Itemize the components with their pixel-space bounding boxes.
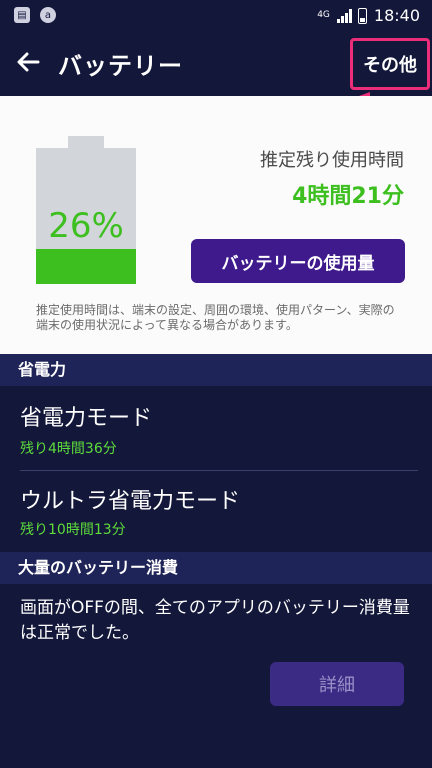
network-type: 4G (317, 10, 330, 20)
page-title: バッテリー (58, 52, 183, 80)
a-icon: a (40, 7, 56, 23)
notification-icon: ▤ (14, 7, 30, 23)
signal-icon (336, 8, 352, 23)
heavy-usage-header: 大量のバッテリー消費 (0, 552, 432, 584)
status-bar: ▤ a 4G 18:40 (0, 0, 432, 32)
details-button[interactable]: 詳細 (270, 662, 404, 706)
back-arrow-icon[interactable] (14, 48, 44, 78)
battery-card: 26% 推定残り使用時間 4時間21分 バッテリーの使用量 推定使用時間は、端末… (0, 96, 432, 354)
drain-message: 画面がOFFの間、全てのアプリのバッテリー消費量は正常でした。 (20, 598, 410, 643)
remaining-time-value: 4時間21分 (292, 184, 404, 209)
remaining-time-label: 推定残り使用時間 (260, 150, 404, 171)
item-title: 省電力モード (20, 406, 153, 431)
battery-gauge: 26% (36, 136, 136, 284)
power-saving-header: 省電力 (0, 354, 432, 386)
item-subtitle: 残り10時間13分 (20, 522, 126, 538)
battery-status-icon (357, 7, 367, 24)
ultra-power-saving-mode-item[interactable]: ウルトラ省電力モード 残り10時間13分 (0, 471, 432, 552)
power-saving-mode-item[interactable]: 省電力モード 残り4時間36分 (0, 386, 432, 470)
battery-percent: 26% (48, 206, 124, 246)
app-bar: バッテリー その他 (0, 32, 432, 96)
battery-level-fill (36, 248, 136, 284)
item-title: ウルトラ省電力モード (20, 489, 241, 514)
clock: 18:40 (373, 6, 420, 25)
more-button[interactable]: その他 (350, 38, 430, 90)
item-subtitle: 残り4時間36分 (20, 441, 117, 457)
estimate-note: 推定使用時間は、端末の設定、周囲の環境、使用パターン、実際の端末の使用状況によっ… (36, 303, 395, 332)
battery-usage-button[interactable]: バッテリーの使用量 (191, 239, 405, 283)
